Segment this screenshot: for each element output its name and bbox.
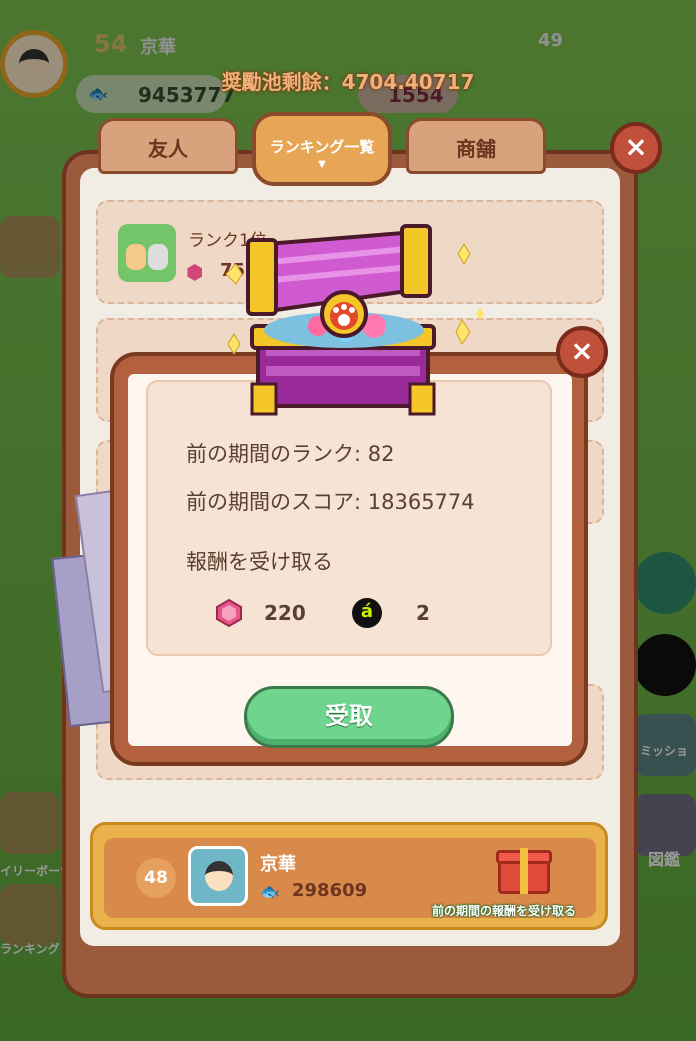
my-avatar [188,846,248,906]
gem-icon: ⬢ [186,260,204,284]
reward-coin-amount: 2 [416,601,430,625]
receive-reward-text: 報酬を受け取る [186,550,333,574]
my-name: 京華 [260,854,296,875]
my-rank-number: 48 [136,858,176,898]
tab-ranking-label: ランキング一覧 [269,138,375,156]
gift-icon[interactable] [496,842,552,894]
reward-gem-amount: 220 [264,601,306,625]
gift-ribbon [520,848,528,894]
cats-avatar-icon [118,224,176,282]
panel-close-button[interactable]: × [610,122,662,174]
claim-button[interactable]: 受取 [244,686,454,748]
tab-shop[interactable]: 商舗 [406,118,546,174]
reward-pool-text: 奨勵池剩餘：4704.40717 [221,70,475,94]
treasure-chest-icon [225,224,484,416]
dialog-close-button[interactable]: × [556,326,608,378]
prev-rank-text: 前の期間のランク: 82 [186,442,395,466]
prev-score-text: 前の期間のスコア: 18365774 [186,490,475,514]
fish-icon: 🐟 [260,882,280,901]
gift-label[interactable]: 前の期間の報酬を受け取る [432,902,576,919]
chevron-down-icon: ▼ [318,159,326,170]
gem-icon [216,598,242,628]
tab-friends[interactable]: 友人 [98,118,238,174]
my-score: 298609 [292,880,368,901]
coin-icon: á [352,598,382,628]
tab-ranking[interactable]: ランキング一覧 ▼ [252,112,392,186]
avatar-face [205,861,233,891]
